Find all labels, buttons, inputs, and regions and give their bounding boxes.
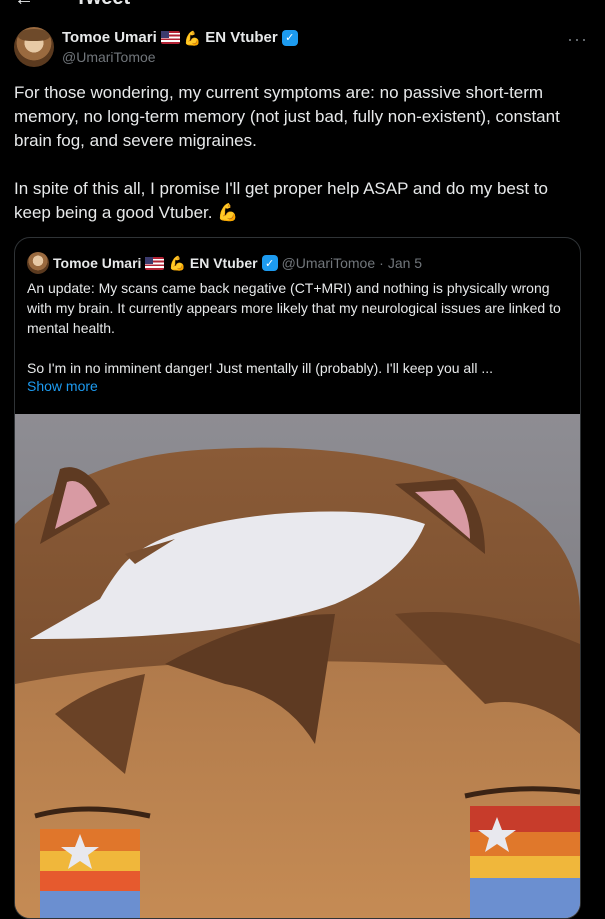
- author-handle[interactable]: @UmariTomoe: [62, 49, 156, 65]
- quoted-text-paragraph-1: An update: My scans came back negative (…: [27, 280, 561, 336]
- avatar[interactable]: [14, 27, 54, 67]
- quoted-tweet-header: Tomoe Umari 💪 EN Vtuber ✓ @UmariTomoe · …: [27, 252, 422, 274]
- quoted-text-paragraph-2: So I'm in no imminent danger! Just menta…: [27, 360, 493, 376]
- author-name-row[interactable]: Tomoe Umari 💪 EN Vtuber ✓: [62, 29, 298, 46]
- show-more-link[interactable]: Show more: [27, 378, 98, 394]
- quoted-date[interactable]: Jan 5: [388, 255, 422, 271]
- page-title: Tweet: [75, 0, 130, 10]
- back-arrow-icon[interactable]: ←: [14, 0, 34, 11]
- quoted-avatar[interactable]: [27, 252, 49, 274]
- verified-badge-icon[interactable]: ✓: [281, 29, 298, 46]
- quoted-tweet-text: An update: My scans came back negative (…: [27, 278, 567, 378]
- us-flag-icon: [160, 31, 180, 44]
- quoted-media-image[interactable]: [15, 414, 580, 918]
- top-bar: ← Tweet: [0, 0, 605, 14]
- verified-badge-icon[interactable]: ✓: [261, 255, 278, 271]
- more-options-icon[interactable]: ···: [567, 29, 588, 50]
- quoted-author-name[interactable]: Tomoe Umari: [53, 255, 141, 271]
- author-suffix[interactable]: EN Vtuber: [205, 29, 278, 46]
- quoted-tweet-card[interactable]: Tomoe Umari 💪 EN Vtuber ✓ @UmariTomoe · …: [14, 237, 581, 919]
- quoted-author-suffix[interactable]: EN Vtuber: [190, 255, 258, 271]
- quoted-handle[interactable]: @UmariTomoe: [282, 255, 376, 271]
- tweet-text-paragraph-2: In spite of this all, I promise I'll get…: [14, 179, 548, 222]
- tweet-header: Tomoe Umari 💪 EN Vtuber ✓ @UmariTomoe ··…: [14, 27, 594, 71]
- brown-arm-emoji-icon: 💪: [168, 255, 186, 271]
- author-name[interactable]: Tomoe Umari: [62, 29, 157, 46]
- separator-dot: ·: [379, 255, 384, 271]
- tweet-text-paragraph-1: For those wondering, my current symptoms…: [14, 83, 560, 150]
- tweet-text: For those wondering, my current symptoms…: [14, 81, 584, 225]
- us-flag-icon: [145, 256, 165, 270]
- plush-photo-illustration: [15, 414, 580, 918]
- brown-arm-emoji-icon: 💪: [183, 29, 202, 46]
